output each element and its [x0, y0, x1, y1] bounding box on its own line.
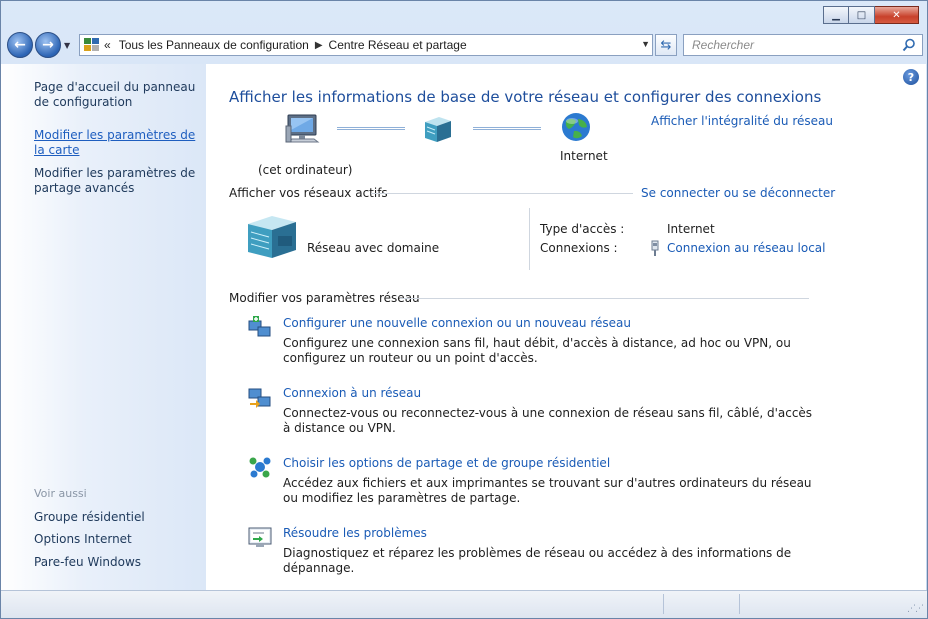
caption-buttons: ▁ □ ✕: [823, 6, 919, 24]
sidebar-item-control-panel-home[interactable]: Page d'accueil du panneau de configurati…: [34, 80, 199, 110]
new-connection-icon[interactable]: [248, 315, 272, 339]
maximize-button[interactable]: □: [849, 6, 875, 24]
task-connect-network-desc: Connectez-vous ou reconnectez-vous à une…: [283, 406, 813, 435]
breadcrumb-overflow[interactable]: «: [104, 38, 111, 52]
back-button[interactable]: ←: [7, 32, 33, 58]
resize-grip[interactable]: ⋰⋰: [907, 604, 924, 614]
access-type-label: Type d'accès :: [540, 222, 625, 236]
task-troubleshoot-desc: Diagnostiquez et réparez les problèmes d…: [283, 546, 792, 575]
page-title: Afficher les informations de base de vot…: [229, 88, 822, 106]
network-name: Réseau avec domaine: [307, 241, 440, 255]
ethernet-icon: [651, 240, 659, 256]
connection-line: [337, 127, 405, 130]
sidebar-item-homegroup[interactable]: Groupe résidentiel: [34, 510, 199, 525]
forward-button[interactable]: →: [35, 32, 61, 58]
section-divider: [371, 193, 633, 194]
change-settings-heading: Modifier vos paramètres réseau: [229, 291, 420, 305]
task-connect-network-link[interactable]: Connexion à un réseau: [283, 386, 421, 400]
section-divider: [400, 298, 809, 299]
computer-icon[interactable]: [284, 112, 324, 146]
help-icon[interactable]: ?: [903, 69, 919, 85]
close-button[interactable]: ✕: [875, 6, 919, 24]
task-sharing-options-link[interactable]: Choisir les options de partage et de gro…: [283, 456, 610, 470]
status-divider: [663, 594, 664, 614]
task-sharing-options-desc: Accédez aux fichiers et aux imprimantes …: [283, 476, 812, 505]
history-dropdown[interactable]: ▼: [64, 41, 74, 50]
active-networks-heading: Afficher vos réseaux actifs: [229, 186, 388, 200]
navigation-bar: ← → ▼ « Tous les Panneaux de configurati…: [7, 31, 923, 59]
sidebar-item-windows-firewall[interactable]: Pare-feu Windows: [34, 555, 199, 570]
search-placeholder: Rechercher: [692, 38, 755, 52]
breadcrumb-network-center[interactable]: Centre Réseau et partage: [329, 38, 467, 52]
internet-globe-icon[interactable]: [560, 111, 592, 143]
local-connection-link[interactable]: Connexion au réseau local: [667, 241, 826, 255]
computer-label: (cet ordinateur): [258, 163, 353, 177]
refresh-button[interactable]: ⇆: [655, 34, 677, 56]
connection-line: [473, 127, 541, 130]
control-panel-icon: [84, 38, 100, 52]
address-bar[interactable]: « Tous les Panneaux de configuration ▶ C…: [79, 34, 653, 56]
status-bar: ⋰⋰: [1, 590, 927, 618]
breadcrumb-control-panel[interactable]: Tous les Panneaux de configuration: [119, 38, 309, 52]
address-dropdown[interactable]: ▼: [641, 39, 650, 49]
domain-network-large-icon[interactable]: [246, 214, 298, 260]
connections-label: Connexions :: [540, 241, 618, 255]
breadcrumb-separator[interactable]: ▶: [315, 40, 323, 51]
search-icon[interactable]: [902, 38, 916, 52]
connect-network-icon[interactable]: [248, 385, 272, 409]
troubleshoot-icon[interactable]: [248, 525, 272, 549]
task-new-connection-desc: Configurez une connexion sans fil, haut …: [283, 336, 791, 365]
minimize-button[interactable]: ▁: [823, 6, 849, 24]
full-map-link[interactable]: Afficher l'intégralité du réseau: [651, 114, 833, 128]
search-input[interactable]: Rechercher: [683, 34, 923, 56]
task-troubleshoot-link[interactable]: Résoudre les problèmes: [283, 526, 427, 540]
connect-disconnect-link[interactable]: Se connecter ou se déconnecter: [641, 186, 835, 200]
vertical-divider: [529, 208, 530, 270]
status-divider: [739, 594, 740, 614]
access-type-value: Internet: [667, 222, 715, 236]
internet-label: Internet: [560, 149, 608, 163]
domain-network-icon[interactable]: [421, 114, 455, 144]
sidebar-item-adapter-settings[interactable]: Modifier les paramètres de la carte: [34, 128, 199, 158]
sidebar-item-advanced-sharing[interactable]: Modifier les paramètres de partage avanc…: [34, 166, 199, 196]
task-new-connection-link[interactable]: Configurer une nouvelle connexion ou un …: [283, 316, 631, 330]
see-also-heading: Voir aussi: [34, 487, 87, 500]
homegroup-icon[interactable]: [248, 455, 272, 479]
sidebar-item-internet-options[interactable]: Options Internet: [34, 532, 199, 547]
